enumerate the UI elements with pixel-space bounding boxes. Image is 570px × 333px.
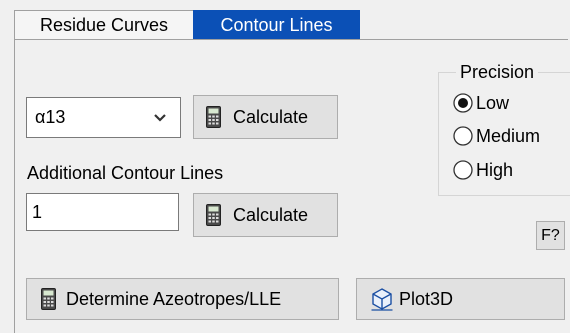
calculator-icon — [41, 288, 56, 310]
determine-azeotropes-label: Determine Azeotropes/LLE — [66, 288, 282, 309]
radio-checked-icon — [453, 93, 473, 113]
radio-precision-low[interactable]: Low — [453, 92, 509, 114]
calculate-additional-button[interactable]: Calculate — [193, 193, 338, 237]
calculate-button-label: Calculate — [233, 106, 309, 127]
radio-unchecked-icon — [453, 160, 473, 180]
radio-label-medium: Medium — [476, 126, 541, 146]
plot3d-button[interactable]: Plot3D — [356, 278, 565, 320]
additional-contour-lines-input[interactable]: 1 — [26, 193, 179, 231]
tab-residue-curves[interactable]: Residue Curves — [14, 10, 194, 40]
chevron-down-icon — [154, 114, 166, 122]
variable-select-value: α13 — [35, 107, 66, 127]
radio-unchecked-icon — [453, 126, 473, 146]
precision-title: Precision — [456, 62, 539, 82]
calculator-icon — [206, 204, 221, 226]
radio-label-high: High — [476, 160, 514, 180]
additional-contour-lines-value: 1 — [32, 202, 43, 222]
radio-label-low: Low — [476, 93, 510, 113]
tab-strip: Residue Curves Contour Lines — [0, 0, 570, 40]
calculator-icon — [206, 106, 221, 128]
radio-precision-medium[interactable]: Medium — [453, 125, 540, 147]
determine-azeotropes-button[interactable]: Determine Azeotropes/LLE — [26, 278, 339, 320]
help-button[interactable]: F? — [536, 221, 565, 250]
calculate-additional-button-label: Calculate — [233, 204, 309, 225]
cube-3d-icon — [371, 288, 393, 311]
variable-select[interactable]: α13 — [26, 97, 181, 138]
plot3d-label: Plot3D — [399, 288, 454, 309]
calculate-button[interactable]: Calculate — [193, 95, 338, 139]
radio-precision-high[interactable]: High — [453, 159, 513, 181]
tab-contour-lines[interactable]: Contour Lines — [193, 10, 360, 40]
additional-contour-lines-label: Additional Contour Lines — [27, 163, 224, 183]
